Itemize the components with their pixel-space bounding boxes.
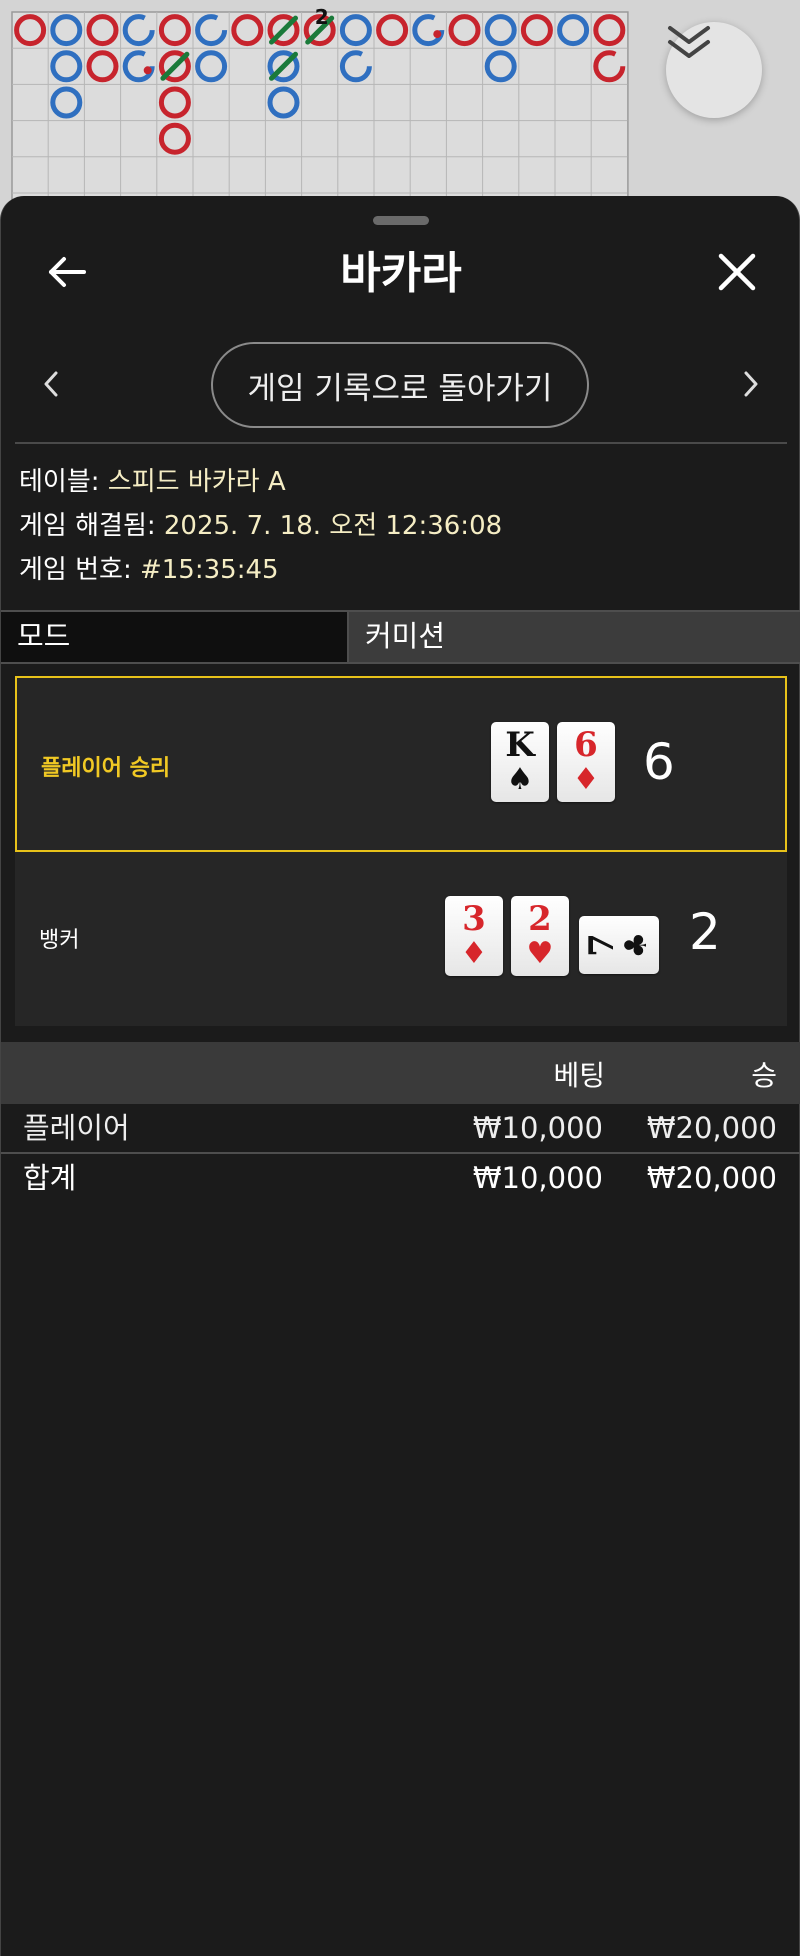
banker-card-3: 7 ♣ <box>579 916 659 974</box>
divider <box>15 442 787 444</box>
close-button[interactable] <box>709 242 765 302</box>
bets-table: 베팅 승 플레이어 ₩10,000 ₩20,000 합계 ₩10,000 ₩20… <box>1 1042 800 1202</box>
bet-name: 플레이어 <box>23 1111 130 1145</box>
sheet-grabber[interactable] <box>373 216 429 225</box>
banker-hand: 뱅커 3 ♦ 2 ♥ 7 ♣ 2 <box>15 852 787 1028</box>
game-number-label: 게임 번호: <box>19 555 140 585</box>
heart-icon: ♥ <box>526 936 554 971</box>
column-header-bet: 베팅 <box>553 1059 605 1092</box>
spade-icon: ♠ <box>506 762 534 797</box>
back-button[interactable] <box>41 242 93 302</box>
pair-dot <box>433 30 442 39</box>
chevron-left-icon <box>44 371 58 397</box>
double-chevron-down-icon <box>668 26 710 58</box>
bets-table-header: 베팅 승 <box>1 1042 800 1104</box>
card-rank: 2 <box>528 899 552 939</box>
previous-game-button[interactable] <box>31 356 71 412</box>
club-icon: ♣ <box>619 931 654 959</box>
player-result-label: 플레이어 승리 <box>41 756 171 781</box>
table-info: 테이블: 스피드 바카라 A <box>19 464 286 500</box>
resolved-info-value: 2025. 7. 18. 오전 12:36:08 <box>163 511 503 541</box>
total-label: 합계 <box>23 1161 77 1195</box>
player-card-1: K ♠ <box>491 722 549 802</box>
table-info-label: 테이블: <box>19 467 108 497</box>
card-rank: 6 <box>574 725 598 765</box>
banker-score: 2 <box>689 903 721 961</box>
banker-result-label: 뱅커 <box>39 928 80 953</box>
collapse-button[interactable] <box>666 22 762 118</box>
total-row: 합계 ₩10,000 ₩20,000 <box>1 1154 800 1202</box>
tab-commission[interactable]: 커미션 <box>349 612 800 662</box>
column-header-win: 승 <box>751 1059 777 1092</box>
next-game-button[interactable] <box>731 356 771 412</box>
total-bet: ₩10,000 <box>472 1161 603 1195</box>
pair-dot <box>143 66 152 75</box>
diamond-icon: ♦ <box>460 936 488 971</box>
resolved-info-label: 게임 해결됨: <box>19 511 164 541</box>
close-icon <box>718 253 756 291</box>
bet-amount: ₩10,000 <box>472 1111 603 1145</box>
win-amount: ₩20,000 <box>646 1111 777 1145</box>
banker-card-1: 3 ♦ <box>445 896 503 976</box>
game-number-info: 게임 번호: #15:35:45 <box>19 552 279 588</box>
game-detail-sheet: 바카라 게임 기록으로 돌아가기 테이블: 스피드 바카라 A 게임 해결됨: … <box>0 196 800 1956</box>
player-hand: 플레이어 승리 K ♠ 6 ♦ 6 <box>15 676 787 852</box>
total-win: ₩20,000 <box>646 1161 777 1195</box>
back-to-history-button[interactable]: 게임 기록으로 돌아가기 <box>211 342 589 428</box>
page-title: 바카라 <box>340 248 462 299</box>
banker-card-2: 2 ♥ <box>511 896 569 976</box>
info-tabs: 모드 커미션 <box>1 610 800 664</box>
card-rank: 7 <box>582 933 622 957</box>
player-card-2: 6 ♦ <box>557 722 615 802</box>
player-score: 6 <box>643 733 675 791</box>
result-panel: 플레이어 승리 K ♠ 6 ♦ 6 뱅커 3 ♦ 2 ♥ 7 ♣ 2 <box>15 676 787 1026</box>
card-rank: 3 <box>462 899 486 939</box>
chevron-right-icon <box>744 371 758 397</box>
arrow-left-icon <box>49 257 86 287</box>
tab-mode[interactable]: 모드 <box>1 612 349 662</box>
tie-count: 2 <box>315 5 329 29</box>
table-info-value: 스피드 바카라 A <box>107 467 286 497</box>
diamond-icon: ♦ <box>572 762 600 797</box>
game-number-value: #15:35:45 <box>139 555 279 585</box>
resolved-info: 게임 해결됨: 2025. 7. 18. 오전 12:36:08 <box>19 508 502 544</box>
table-row: 플레이어 ₩10,000 ₩20,000 <box>1 1104 800 1154</box>
card-rank: K <box>505 725 535 765</box>
